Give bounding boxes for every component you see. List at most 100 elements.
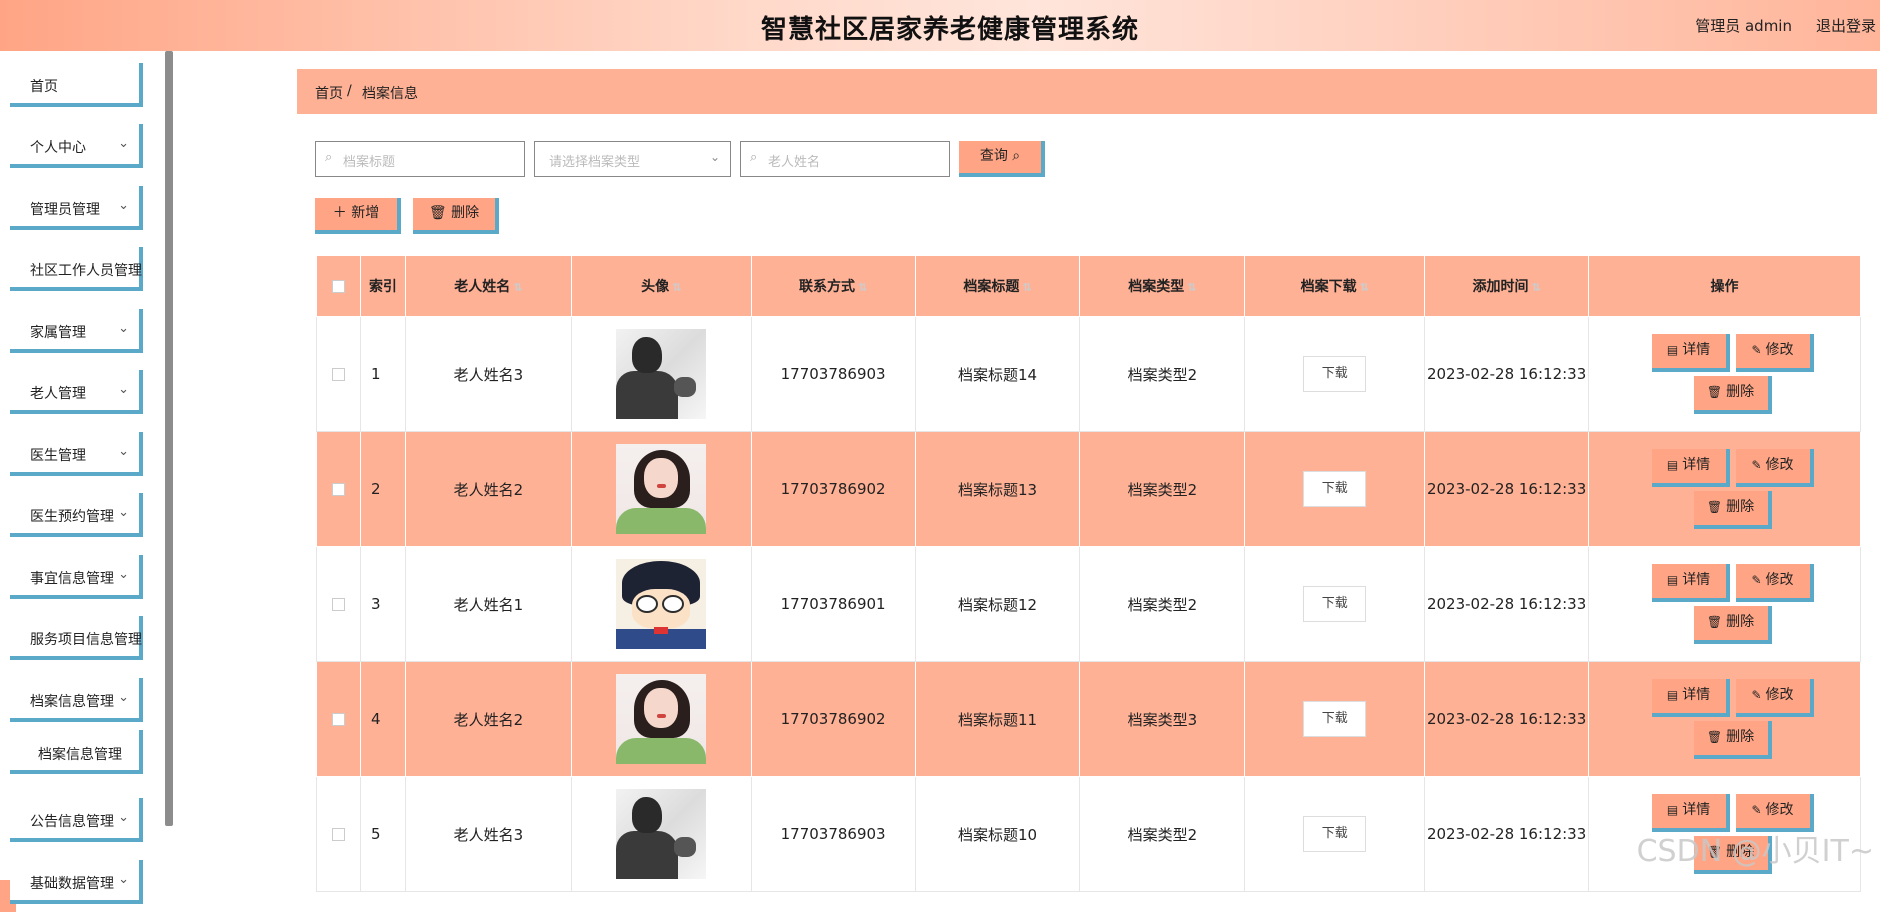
type-cell: 档案类型2 — [1080, 432, 1245, 547]
delete-button[interactable]: 🗑删除 — [1694, 721, 1772, 759]
download-button[interactable]: 下载 — [1303, 356, 1366, 392]
avatar — [616, 789, 706, 879]
sidebar-scrollbar[interactable] — [165, 51, 173, 826]
select-all-checkbox[interactable] — [332, 280, 345, 293]
sort-icon[interactable]: ⇅ — [1022, 281, 1031, 294]
table-body: 1老人姓名317703786903档案标题14档案类型2下载2023-02-28… — [317, 317, 1861, 892]
archive-table: 索引老人姓名⇅头像⇅联系方式⇅档案标题⇅档案类型⇅档案下载⇅添加时间⇅操作 1老… — [316, 255, 1861, 892]
query-button[interactable]: 查询 ⌕ — [959, 141, 1045, 177]
row-checkbox[interactable] — [332, 598, 345, 611]
sidebar-item[interactable]: 事宜信息管理⌄ — [10, 555, 143, 599]
download-button[interactable]: 下载 — [1303, 471, 1366, 507]
detail-button[interactable]: ▤详情 — [1652, 679, 1730, 717]
sidebar-item-label: 服务项目信息管理 — [30, 629, 142, 649]
phone-cell: 17703786902 — [751, 662, 915, 777]
sidebar-item[interactable]: 档案信息管理⌄ — [10, 678, 143, 722]
sidebar-item[interactable]: 首页 — [10, 63, 143, 107]
download-button[interactable]: 下载 — [1303, 816, 1366, 852]
row-checkbox-cell — [317, 662, 361, 777]
column-header[interactable]: 添加时间⇅ — [1425, 256, 1589, 317]
time-cell: 2023-02-28 16:12:33 — [1425, 317, 1589, 432]
column-header[interactable]: 头像⇅ — [571, 256, 751, 317]
delete-button[interactable]: 🗑删除 — [1694, 491, 1772, 529]
row-checkbox[interactable] — [332, 828, 345, 841]
detail-button[interactable]: ▤详情 — [1652, 449, 1730, 487]
delete-button[interactable]: 🗑删除 — [1694, 606, 1772, 644]
sidebar-item[interactable]: 服务项目信息管理 — [10, 616, 143, 660]
add-button[interactable]: ＋ 新增 — [315, 198, 401, 234]
row-checkbox[interactable] — [332, 713, 345, 726]
name-cell: 老人姓名2 — [405, 432, 571, 547]
time-cell: 2023-02-28 16:12:33 — [1425, 432, 1589, 547]
plus-icon: ＋ — [333, 205, 347, 221]
detail-button[interactable]: ▤详情 — [1652, 334, 1730, 372]
breadcrumb: 首页 / 档案信息 — [297, 69, 1877, 114]
download-button[interactable]: 下载 — [1303, 586, 1366, 622]
logout-link[interactable]: 退出登录 — [1816, 15, 1876, 36]
sort-icon[interactable]: ⇅ — [1531, 281, 1540, 294]
sort-icon[interactable]: ⇅ — [1187, 281, 1196, 294]
edit-icon: ✎ — [1751, 573, 1761, 587]
type-select[interactable]: 请选择档案类型 ⌄ — [534, 141, 731, 177]
delete-button[interactable]: 🗑删除 — [1694, 376, 1772, 414]
edit-button[interactable]: ✎修改 — [1736, 564, 1814, 602]
sidebar-item[interactable]: 个人中心⌄ — [10, 124, 143, 168]
trash-icon: 🗑 — [429, 205, 447, 221]
sidebar-item[interactable]: 公告信息管理⌄ — [10, 798, 143, 842]
table-row: 5老人姓名317703786903档案标题10档案类型2下载2023-02-28… — [317, 777, 1861, 892]
edit-button[interactable]: ✎修改 — [1736, 449, 1814, 487]
document-icon: ▤ — [1667, 343, 1678, 357]
column-header[interactable]: 档案下载⇅ — [1245, 256, 1425, 317]
time-cell: 2023-02-28 16:12:33 — [1425, 662, 1589, 777]
row-actions: ▤详情✎修改🗑删除 — [1640, 334, 1810, 414]
trash-icon: 🗑 — [1707, 615, 1722, 629]
sort-icon[interactable]: ⇅ — [672, 281, 681, 294]
sort-icon[interactable]: ⇅ — [1360, 281, 1369, 294]
avatar-cell — [571, 547, 751, 662]
sidebar-item[interactable]: 老人管理⌄ — [10, 370, 143, 414]
download-cell: 下载 — [1245, 432, 1425, 547]
avatar-cell — [571, 662, 751, 777]
edit-button[interactable]: ✎修改 — [1736, 334, 1814, 372]
batch-delete-button[interactable]: 🗑 删除 — [413, 198, 499, 234]
search-icon: ⌕ — [1012, 148, 1020, 164]
avatar-cell — [571, 317, 751, 432]
name-cell: 老人姓名1 — [405, 547, 571, 662]
column-header[interactable]: 操作 — [1589, 256, 1861, 317]
chevron-down-icon: ⌄ — [118, 136, 129, 151]
column-header[interactable]: 档案类型⇅ — [1080, 256, 1245, 317]
detail-button[interactable]: ▤详情 — [1652, 564, 1730, 602]
row-checkbox[interactable] — [332, 368, 345, 381]
edit-button[interactable]: ✎修改 — [1736, 679, 1814, 717]
sidebar-item[interactable]: 家属管理 ⌄ — [10, 309, 143, 353]
title-cell: 档案标题12 — [915, 547, 1080, 662]
column-header[interactable]: 索引 — [360, 256, 405, 317]
type-cell: 档案类型2 — [1080, 317, 1245, 432]
sidebar-item-label: 家属管理 — [30, 322, 86, 342]
sidebar-item-label: 老人管理 — [30, 383, 86, 403]
row-checkbox-cell — [317, 317, 361, 432]
sort-icon[interactable]: ⇅ — [858, 281, 867, 294]
chevron-down-icon: ⌄ — [118, 321, 129, 336]
edit-icon: ✎ — [1751, 343, 1761, 357]
column-header[interactable]: 档案标题⇅ — [915, 256, 1080, 317]
sidebar-item[interactable]: 管理员管理⌄ — [10, 186, 143, 230]
download-button[interactable]: 下载 — [1303, 701, 1366, 737]
name-search-input[interactable]: ⌕ 老人姓名 — [740, 141, 950, 177]
sidebar-item[interactable]: 医生预约管理⌄ — [10, 493, 143, 537]
breadcrumb-home[interactable]: 首页 — [315, 83, 343, 103]
breadcrumb-current: 档案信息 — [362, 83, 418, 103]
sidebar-item[interactable]: 医生管理⌄ — [10, 432, 143, 476]
actions-cell: ▤详情✎修改 🗑删除 — [1589, 317, 1861, 432]
sidebar-item[interactable]: 社区工作人员管理 — [10, 247, 143, 291]
sidebar-item[interactable]: 基础数据管理⌄ — [10, 860, 143, 904]
name-cell: 老人姓名3 — [405, 317, 571, 432]
row-checkbox[interactable] — [332, 483, 345, 496]
sidebar-subitem-archive-manage[interactable]: 档案信息管理 — [10, 730, 143, 774]
title-search-input[interactable]: ⌕ 档案标题 — [315, 141, 525, 177]
column-header[interactable]: 老人姓名⇅ — [405, 256, 571, 317]
sidebar-subitem-label: 档案信息管理 — [38, 744, 122, 764]
sort-icon[interactable]: ⇅ — [513, 281, 522, 294]
column-header[interactable]: 联系方式⇅ — [751, 256, 915, 317]
download-cell: 下载 — [1245, 547, 1425, 662]
